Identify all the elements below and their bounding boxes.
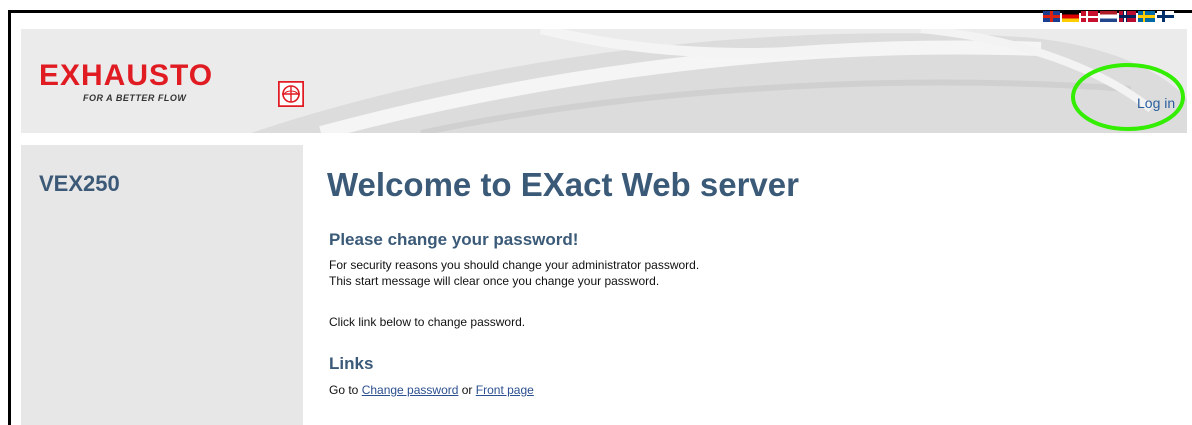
language-selector [1043,11,1174,23]
fi-flag-icon[interactable] [1157,11,1174,22]
click-instruction: Click link below to change password. [329,315,526,329]
logo-wordmark: EXHAUSTO [39,59,214,92]
login-highlight-circle [1071,63,1185,131]
dk-flag-icon[interactable] [1081,11,1098,22]
sidebar: VEX250 [21,145,303,425]
links-heading: Links [329,354,374,373]
device-name: VEX250 [39,171,120,196]
fan-logo-icon [278,81,304,107]
password-heading: Please change your password! [329,230,579,249]
change-password-link[interactable]: Change password [362,383,459,397]
exhausto-logo[interactable]: EXHAUSTO FOR A BETTER FLOW [39,59,214,104]
de-flag-icon[interactable] [1062,11,1079,22]
se-flag-icon[interactable] [1138,11,1155,22]
nl-flag-icon[interactable] [1100,11,1117,22]
frame-border-top [8,10,1192,13]
frame-border-left [8,10,11,425]
links-line: Go to Change password or Front page [329,382,534,398]
page-header: EXHAUSTO FOR A BETTER FLOW [21,29,1187,133]
links-prefix: Go to [329,383,362,397]
no-flag-icon[interactable] [1119,11,1136,22]
links-or: or [458,383,476,397]
logo-tagline: FOR A BETTER FLOW [83,93,187,103]
page-title: Welcome to EXact Web server [327,166,799,203]
security-message-line2: This start message will clear once you c… [329,274,660,288]
front-page-link[interactable]: Front page [476,383,534,397]
uk-flag-icon[interactable] [1043,11,1060,22]
security-message-line1: For security reasons you should change y… [329,258,700,272]
